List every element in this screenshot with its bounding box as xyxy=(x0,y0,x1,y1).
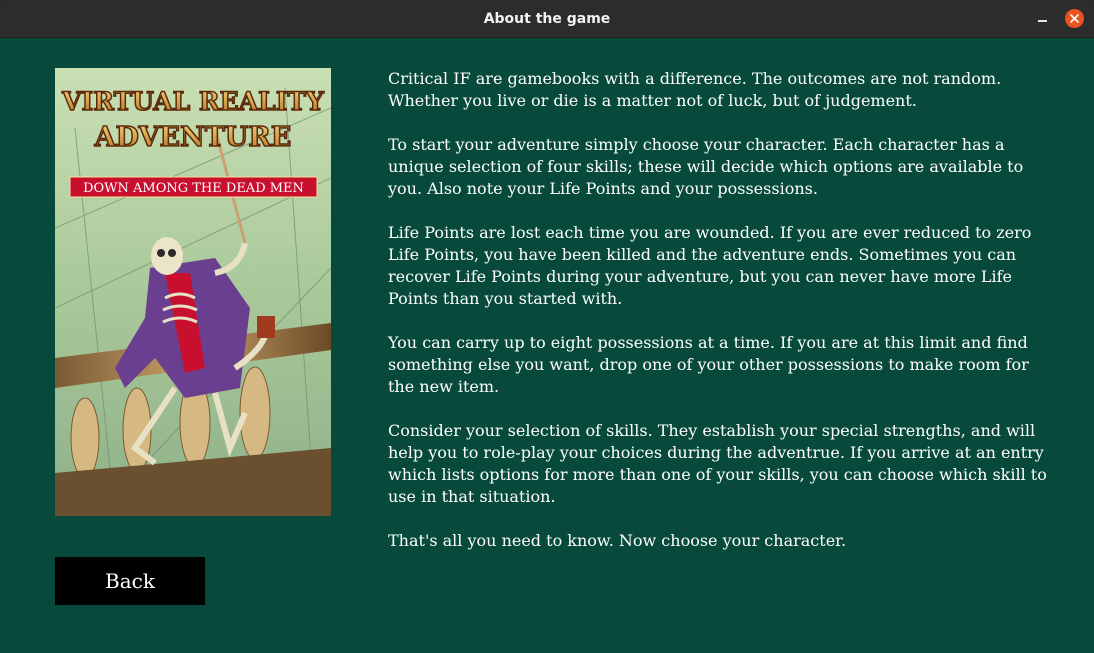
book-cover-image: VIRTUAL REALITY ADVENTURE DOWN AMONG THE… xyxy=(55,68,331,516)
rules-text: Critical IF are gamebooks with a differe… xyxy=(388,68,1058,574)
title-bar[interactable]: About the game xyxy=(0,0,1094,38)
about-window: About the game VIRTUAL REALITY ADVENTURE… xyxy=(0,0,1094,653)
close-icon xyxy=(1070,14,1079,23)
rules-paragraph: Critical IF are gamebooks with a differe… xyxy=(388,69,1002,110)
rules-paragraph: Life Points are lost each time you are w… xyxy=(388,223,1032,308)
cover-book-title: DOWN AMONG THE DEAD MEN xyxy=(83,181,304,196)
svg-text:VIRTUAL REALITY: VIRTUAL REALITY xyxy=(61,87,325,116)
svg-text:ADVENTURE: ADVENTURE xyxy=(94,122,292,153)
rules-paragraph: To start your adventure simply choose yo… xyxy=(388,135,1024,198)
window-title: About the game xyxy=(483,11,611,27)
rules-paragraph: That's all you need to know. Now choose … xyxy=(388,531,847,550)
back-button[interactable]: Back xyxy=(55,557,205,605)
close-button[interactable] xyxy=(1065,9,1084,28)
minimize-button[interactable] xyxy=(1032,9,1052,29)
minimize-icon xyxy=(1037,19,1047,22)
rules-paragraph: You can carry up to eight possessions at… xyxy=(388,333,1029,396)
rules-paragraph: Consider your selection of skills. They … xyxy=(388,421,1047,506)
